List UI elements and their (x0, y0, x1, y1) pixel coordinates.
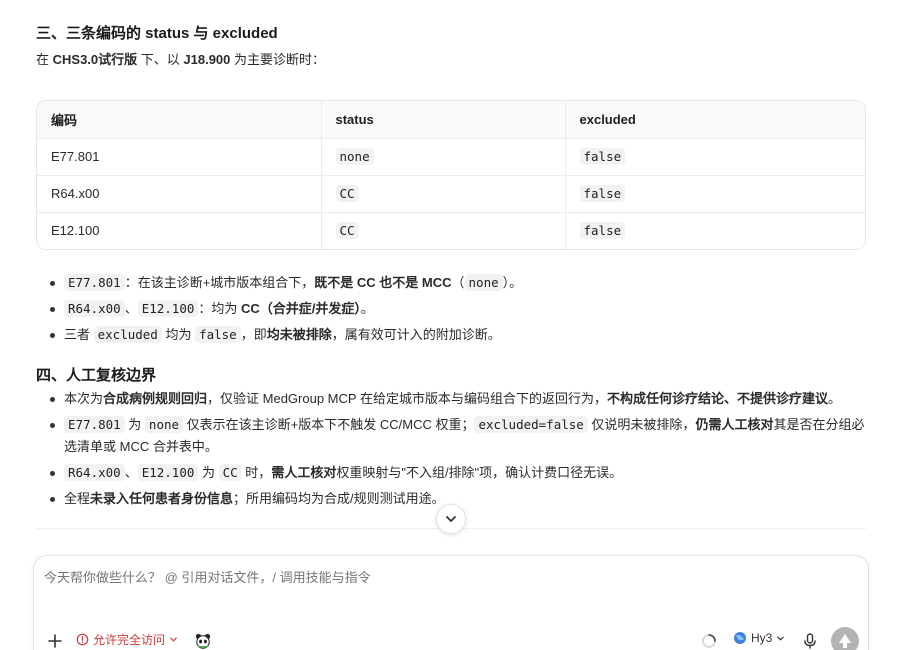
globe-icon (734, 632, 746, 644)
agent-button[interactable] (194, 632, 212, 650)
section4-bullets: 本次为合成病例规则回归，仅验证 MedGroup MCP 在给定城市版本与编码组… (50, 388, 870, 514)
table-cell-code: E12.100 (51, 223, 100, 239)
chat-content: 三、三条编码的 status 与 excluded 在 CHS3.0试行版 下、… (0, 0, 900, 530)
table-row: E77.801 none false (37, 138, 865, 176)
chevron-down-icon (777, 636, 785, 641)
access-mode-dropdown[interactable]: 允许完全访问 (76, 631, 178, 648)
scroll-to-bottom-button[interactable] (436, 504, 466, 534)
loading-indicator (701, 633, 717, 649)
list-item: E77.801 ：在该主诊断+城市版本组合下，既不是 CC 也不是 MCC（ non… (50, 272, 870, 294)
list-item: E77.801 为 none 仅表示在该主诊断+版本下不触发 CC/MCC 权重… (50, 414, 870, 458)
panda-icon (195, 633, 211, 649)
table-cell-excluded: false (564, 175, 865, 213)
model-label: Hy3 (751, 631, 773, 645)
section3-bullets: E77.801 ：在该主诊断+城市版本组合下，既不是 CC 也不是 MCC（ non… (50, 272, 870, 350)
list-item: R64.x00、 E12.100 ：均为 CC（合并症/并发症）。 (50, 298, 870, 320)
microphone-icon (804, 633, 816, 649)
table-header-excluded: excluded (564, 101, 865, 139)
access-mode-label: 允许完全访问 (93, 633, 166, 647)
list-item: R64.x00、 E12.100 为 CC 时，需人工核对权重映射与"不入组/排除… (50, 462, 870, 484)
plus-icon (48, 634, 62, 648)
table-row: E12.100 CC false (37, 212, 865, 249)
section-heading: 三、三条编码的 status 与 excluded (36, 25, 278, 42)
section-heading: 四、人工复核边界 (36, 367, 157, 384)
table-cell-code: E77.801 (37, 138, 321, 176)
voice-input-button[interactable] (803, 633, 817, 649)
table-row: R64.x00 CC false (37, 175, 865, 213)
section-intro: 在 CHS3.0试行版 下、以 J18.900 为主要诊断时： (36, 52, 326, 67)
chevron-down-icon (446, 516, 456, 522)
list-item: 本次为合成病例规则回归，仅验证 MedGroup MCP 在给定城市版本与编码组… (50, 388, 870, 410)
send-button[interactable] (831, 627, 859, 650)
table-header-status: status (320, 101, 565, 139)
table-cell-status: CC (320, 212, 565, 249)
chevron-down-icon (170, 637, 177, 642)
model-selector[interactable]: Hy3 (733, 631, 785, 645)
table-cell-excluded: false (564, 138, 865, 176)
composer-toolbar: 允许完全访问 Hy3 (34, 627, 870, 650)
spinner-icon (702, 634, 716, 648)
add-button[interactable] (47, 633, 63, 649)
table-cell-status: CC (320, 175, 565, 213)
alert-circle-icon (76, 633, 89, 646)
table-header-row: 编码 status excluded (37, 101, 865, 139)
table-header-code: 编码 (37, 101, 321, 139)
status-table: 编码 status excluded E77.801 none false R6… (36, 100, 866, 250)
arrow-up-icon (831, 627, 859, 650)
table-cell-excluded: false (564, 212, 865, 249)
list-item: 三者 excluded 均为 false ，即均未被排除，属有效可计入的附加诊断。 (50, 324, 870, 346)
table-cell-status: none (320, 138, 565, 176)
chat-composer: 允许完全访问 Hy3 (33, 555, 869, 650)
table-cell-code: R64.x00 (37, 175, 321, 213)
chat-input[interactable] (44, 570, 824, 585)
